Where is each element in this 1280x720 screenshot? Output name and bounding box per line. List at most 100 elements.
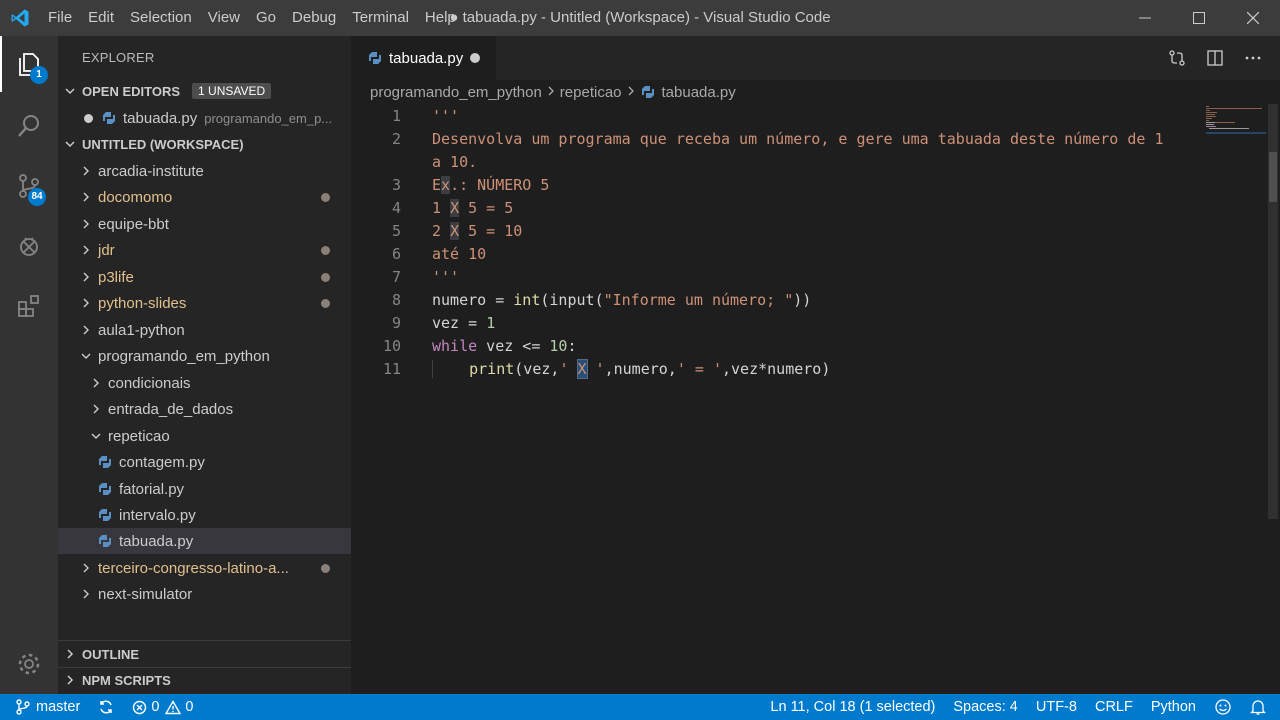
npm-scripts-label: NPM SCRIPTS: [82, 672, 171, 688]
close-icon: [1247, 12, 1259, 24]
error-count: 0: [151, 699, 160, 715]
open-changes-button[interactable]: [1166, 47, 1188, 69]
sync-icon: [100, 700, 113, 714]
tree-folder-arcadia[interactable]: arcadia-institute: [58, 158, 351, 184]
language-status[interactable]: Python: [1142, 694, 1205, 720]
menu-file[interactable]: File: [40, 0, 80, 36]
sync-button[interactable]: [89, 694, 123, 720]
tree-file-intervalo[interactable]: intervalo.py: [58, 502, 351, 528]
breadcrumb-item[interactable]: programando_em_python: [370, 84, 542, 101]
menu-go[interactable]: Go: [248, 0, 284, 36]
tree-folder-python-slides[interactable]: python-slides: [58, 290, 351, 316]
tree-label: docomomo: [98, 188, 173, 206]
npm-scripts-header[interactable]: NPM SCRIPTS: [58, 667, 351, 693]
outline-header[interactable]: OUTLINE: [58, 641, 351, 667]
line-number: 10: [382, 337, 401, 355]
tree-label: aula1-python: [98, 321, 185, 339]
indentation-status[interactable]: Spaces: 4: [944, 694, 1027, 720]
tree-folder-jdr[interactable]: jdr: [58, 237, 351, 263]
chevron-right-icon: [547, 84, 555, 101]
python-file-icon: [640, 84, 656, 100]
tree-folder-entrada[interactable]: entrada_de_dados: [58, 396, 351, 422]
chevron-right-icon: [78, 272, 94, 282]
minimap[interactable]: [1206, 104, 1266, 144]
compare-changes-icon: [1169, 50, 1185, 66]
extensions-icon: [18, 295, 39, 317]
tree-folder-programando[interactable]: programando_em_python: [58, 343, 351, 369]
close-button[interactable]: [1226, 0, 1280, 36]
scrollbar-thumb[interactable]: [1269, 152, 1277, 202]
menu-terminal[interactable]: Terminal: [344, 0, 417, 36]
gear-icon: [18, 653, 40, 675]
tree-file-fatorial[interactable]: fatorial.py: [58, 476, 351, 502]
maximize-button[interactable]: [1172, 0, 1226, 36]
menu-debug[interactable]: Debug: [284, 0, 344, 36]
modified-dot-icon: [321, 298, 330, 308]
chevron-right-icon: [88, 378, 104, 388]
unsaved-badge: 1 UNSAVED: [192, 83, 272, 99]
vscode-logo-icon: [0, 0, 40, 36]
manage-activity[interactable]: [0, 636, 58, 692]
tree-folder-p3life[interactable]: p3life: [58, 264, 351, 290]
tree-folder-repeticao[interactable]: repeticao: [58, 423, 351, 449]
branch-status[interactable]: master: [0, 694, 89, 720]
code-editor[interactable]: 1 2 3 4 5 6 7 8 9 10 11 ''' Desenvolva u…: [351, 104, 1201, 694]
menu-edit[interactable]: Edit: [80, 0, 122, 36]
code-token-highlight: X: [450, 199, 460, 217]
chevron-right-icon: [627, 84, 635, 101]
branch-name: master: [36, 699, 81, 715]
tree-label: equipe-bbt: [98, 215, 169, 233]
chevron-right-icon: [78, 219, 94, 229]
menu-help[interactable]: Help: [417, 0, 464, 36]
more-actions-button[interactable]: [1242, 47, 1264, 69]
tree-folder-aula1[interactable]: aula1-python: [58, 317, 351, 343]
explorer-activity[interactable]: 1: [0, 36, 58, 92]
tree-folder-docomomo[interactable]: docomomo: [58, 184, 351, 210]
vertical-scrollbar[interactable]: [1266, 104, 1280, 694]
line-number: 3: [391, 176, 401, 194]
problems-status[interactable]: 0 0: [123, 694, 202, 720]
encoding-status[interactable]: UTF-8: [1027, 694, 1086, 720]
minimize-button[interactable]: [1118, 0, 1172, 36]
search-activity[interactable]: [0, 98, 58, 154]
feedback-button[interactable]: [1205, 694, 1241, 720]
notifications-button[interactable]: [1241, 694, 1280, 720]
cursor-position[interactable]: Ln 11, Col 18 (1 selected): [761, 694, 944, 720]
code-line: ''': [432, 266, 459, 289]
open-editor-item[interactable]: tabuada.py programando_em_p...: [58, 105, 351, 131]
breadcrumb: programando_em_python repeticao tabuada.…: [351, 80, 1280, 104]
chevron-down-icon: [78, 352, 94, 360]
code-token: 1: [486, 314, 496, 332]
tree-folder-terceiro[interactable]: terceiro-congresso-latino-a...: [58, 555, 351, 581]
eol-status[interactable]: CRLF: [1086, 694, 1142, 720]
workspace-header[interactable]: UNTITLED (WORKSPACE): [58, 131, 351, 157]
menu-selection[interactable]: Selection: [122, 0, 200, 36]
tree-folder-condicionais[interactable]: condicionais: [58, 370, 351, 396]
tree-file-tabuada[interactable]: tabuada.py: [58, 528, 351, 554]
tree-label: repeticao: [108, 427, 170, 445]
chevron-right-icon: [78, 166, 94, 176]
open-editor-path: programando_em_p...: [204, 110, 333, 126]
open-editors-header[interactable]: OPEN EDITORS 1 UNSAVED: [58, 78, 351, 104]
tree-file-contagem[interactable]: contagem.py: [58, 449, 351, 475]
tree-label: contagem.py: [119, 453, 205, 471]
split-editor-button[interactable]: [1204, 47, 1226, 69]
source-control-activity[interactable]: 84: [0, 158, 58, 214]
tab-tabuada[interactable]: tabuada.py: [351, 36, 496, 80]
debug-activity[interactable]: [0, 218, 58, 274]
python-file-icon: [101, 110, 117, 126]
unsaved-dot-icon[interactable]: [470, 53, 480, 63]
code-token: input: [549, 291, 595, 309]
line-number: 8: [391, 291, 401, 309]
tree-label: p3life: [98, 268, 134, 286]
tree-folder-equipe[interactable]: equipe-bbt: [58, 211, 351, 237]
modified-dot-icon: [321, 245, 330, 255]
extensions-activity[interactable]: [0, 278, 58, 334]
breadcrumb-item[interactable]: repeticao: [560, 84, 622, 101]
tree-folder-next-simulator[interactable]: next-simulator: [58, 581, 351, 607]
menu-view[interactable]: View: [200, 0, 248, 36]
tree-label: terceiro-congresso-latino-a...: [98, 559, 289, 577]
chevron-right-icon: [78, 298, 94, 308]
tree-label: jdr: [98, 241, 115, 259]
breadcrumb-item[interactable]: tabuada.py: [662, 84, 736, 101]
